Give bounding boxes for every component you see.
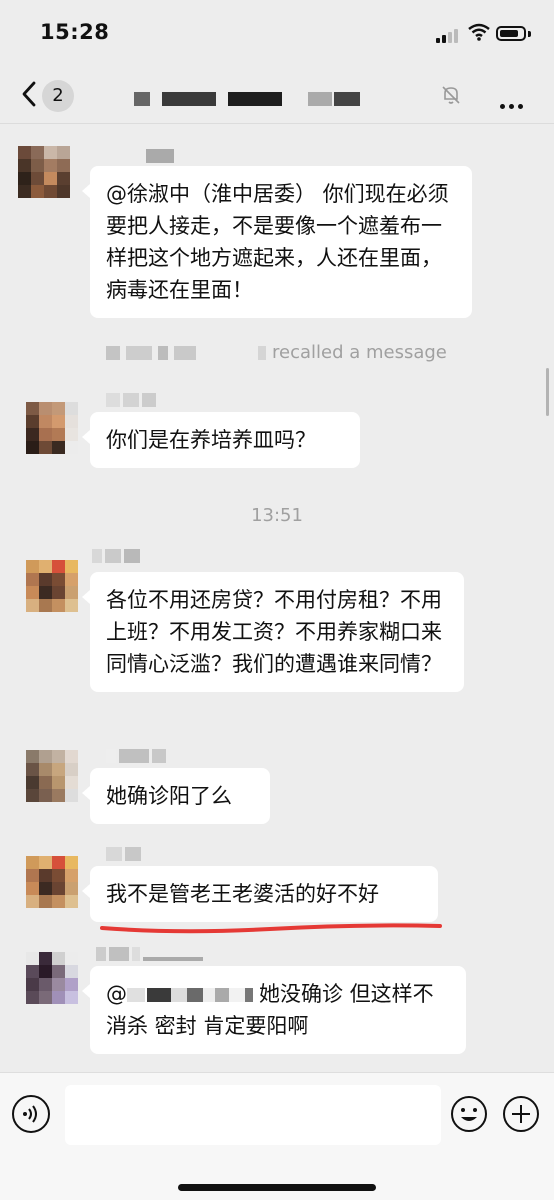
plus-icon[interactable]	[502, 1095, 540, 1133]
message-bubble[interactable]: 她确诊阳了么	[82, 768, 270, 824]
message-text-prefix: @	[106, 982, 127, 1006]
message-bubble[interactable]: 我不是管老王老婆活的好不好	[82, 866, 438, 922]
unread-count-badge[interactable]: 2	[42, 80, 74, 112]
input-bar	[0, 1072, 554, 1200]
mention-blurred	[245, 988, 253, 1002]
chat-header: 2	[0, 64, 554, 124]
sender-name-blurred	[106, 846, 144, 861]
message-text: 我不是管老王老婆活的好不好	[106, 882, 379, 906]
message-bubble[interactable]: @ 她没确诊 但这样不消杀 密封 肯定要阳啊	[82, 966, 466, 1054]
status-bar: 15:28	[0, 0, 554, 64]
more-dots-icon[interactable]	[500, 94, 527, 113]
battery-icon	[496, 26, 526, 41]
mention-blurred	[203, 988, 215, 1002]
avatar[interactable]	[26, 856, 78, 908]
sender-name-blurred	[96, 946, 206, 961]
back-arrow-icon[interactable]	[18, 80, 40, 108]
message-text: 你们是在养培养皿吗？	[106, 428, 316, 452]
message-text: @徐淑中（淮中居委） 你们现在必须要把人接走，不是要像一个遮羞布一样把这个地方遮…	[106, 182, 449, 302]
avatar[interactable]	[26, 952, 78, 1004]
sender-name-blurred	[106, 748, 169, 763]
scrollbar[interactable]	[546, 368, 549, 416]
sender-name-blurred	[92, 548, 143, 563]
message-text: 各位不用还房贷？不用付房租？不用上班？不用发工资？不用养家糊口来同情心泛滥？我们…	[106, 588, 442, 676]
message-bubble[interactable]: 你们是在养培养皿吗？	[82, 412, 360, 468]
mute-bell-icon	[442, 86, 460, 104]
recalled-notice: recalled a message	[106, 342, 447, 363]
mention-blurred	[127, 988, 145, 1002]
home-indicator[interactable]	[178, 1184, 376, 1191]
message-text: 她确诊阳了么	[106, 784, 232, 808]
chat-title-blurred	[334, 92, 360, 106]
sender-name-blurred	[146, 148, 177, 163]
message-bubble[interactable]: @徐淑中（淮中居委） 你们现在必须要把人接走，不是要像一个遮羞布一样把这个地方遮…	[82, 166, 472, 318]
avatar[interactable]	[26, 750, 78, 802]
chat-title-blurred	[134, 92, 150, 106]
voice-icon[interactable]	[12, 1095, 50, 1133]
mention-blurred	[229, 988, 245, 1002]
emoji-icon[interactable]	[450, 1095, 488, 1133]
recalled-text: recalled a message	[272, 342, 447, 363]
status-time: 15:28	[40, 20, 110, 44]
timestamp: 13:51	[251, 505, 303, 526]
sender-name-blurred	[106, 392, 159, 407]
mention-blurred	[147, 988, 171, 1002]
message-bubble[interactable]: 各位不用还房贷？不用付房租？不用上班？不用发工资？不用养家糊口来同情心泛滥？我们…	[82, 572, 464, 692]
mention-blurred	[187, 988, 203, 1002]
wifi-icon	[468, 23, 490, 41]
avatar[interactable]	[18, 146, 70, 198]
avatar[interactable]	[26, 402, 78, 454]
mention-blurred	[171, 988, 187, 1002]
message-input[interactable]	[65, 1085, 441, 1145]
mention-blurred	[215, 988, 229, 1002]
avatar[interactable]	[26, 560, 78, 612]
chat-title-blurred	[162, 92, 216, 106]
chat-title-blurred	[228, 92, 282, 106]
chat-title-blurred	[308, 92, 332, 106]
red-underline-annotation	[100, 923, 442, 934]
signal-icon	[436, 27, 462, 43]
battery-tip	[528, 31, 531, 37]
